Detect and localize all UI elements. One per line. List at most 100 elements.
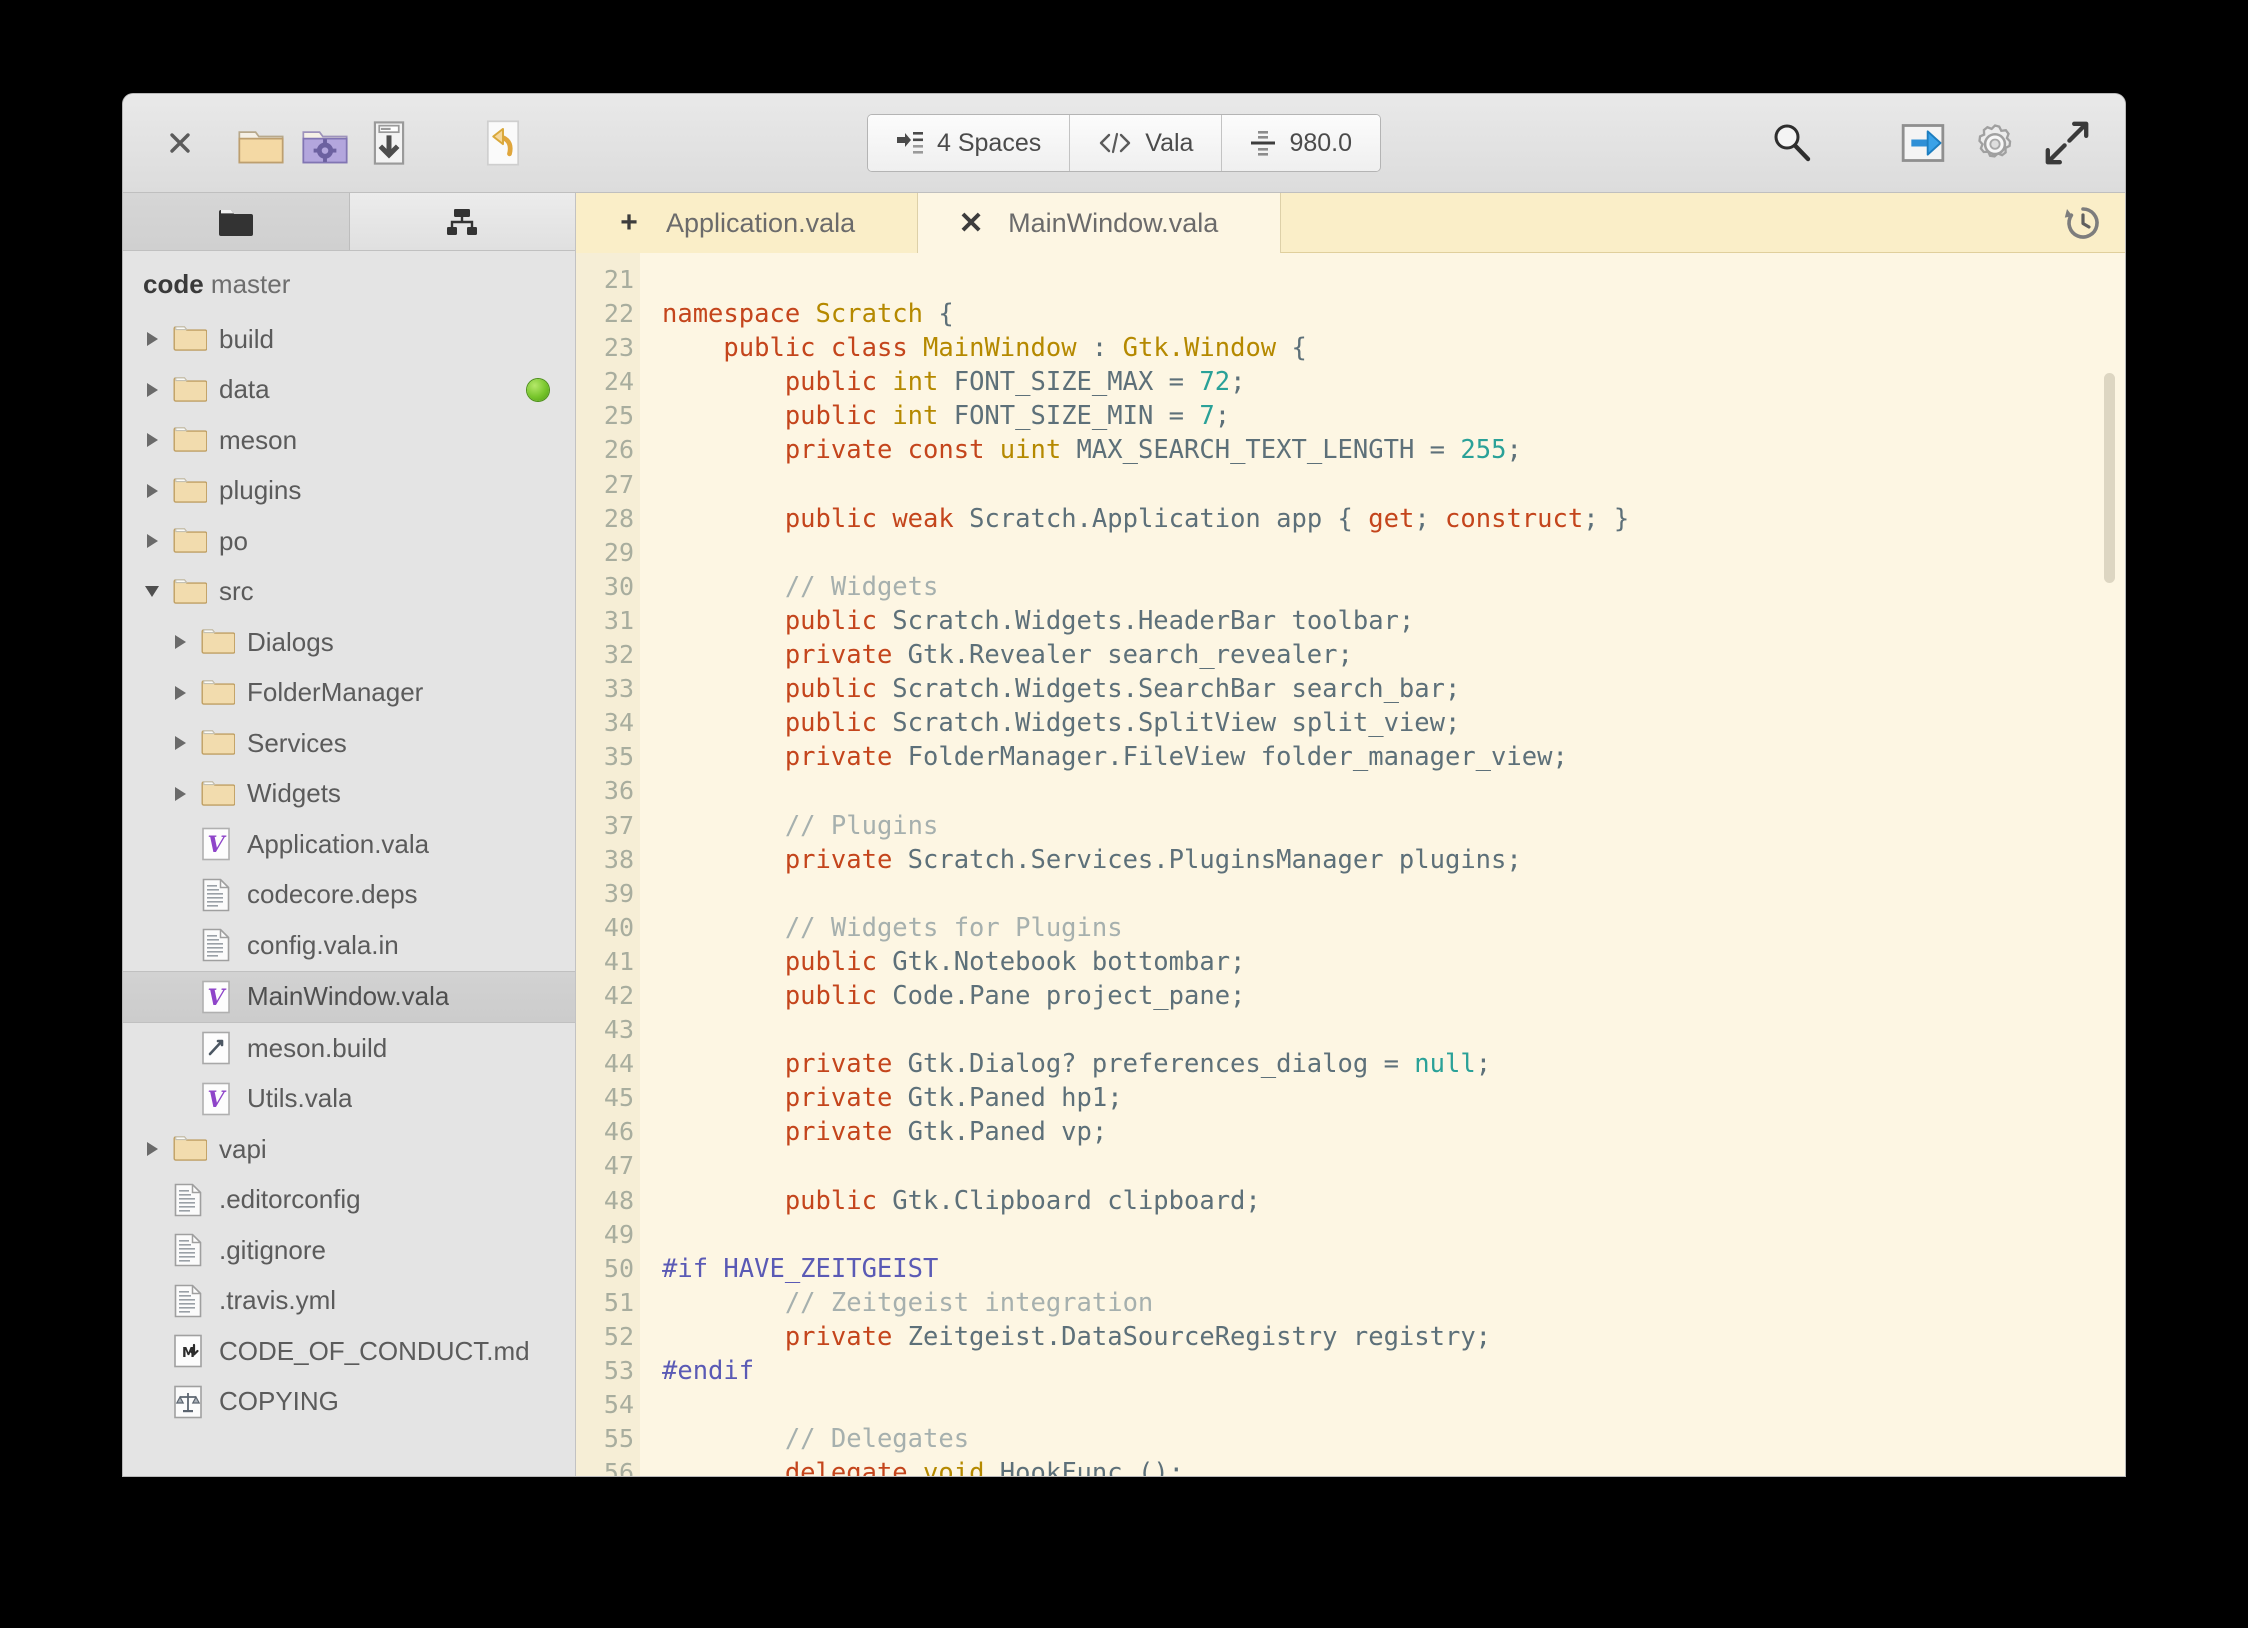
preferences-button[interactable] bbox=[1967, 115, 2023, 171]
save-file-button[interactable] bbox=[363, 117, 415, 169]
file-tree-row[interactable]: src bbox=[123, 567, 575, 618]
file-tree-row[interactable]: .editorconfig bbox=[123, 1175, 575, 1226]
chevron-right-icon[interactable] bbox=[167, 680, 193, 706]
code-line[interactable]: #if HAVE_ZEITGEIST bbox=[662, 1252, 2125, 1286]
chevron-right-icon[interactable] bbox=[139, 427, 165, 453]
file-tree-label: meson.build bbox=[247, 1032, 388, 1063]
code-line[interactable]: private Scratch.Services.PluginsManager … bbox=[662, 843, 2125, 877]
code-line[interactable] bbox=[662, 877, 2125, 911]
code-line[interactable] bbox=[662, 1013, 2125, 1047]
file-tree-row[interactable]: vapi bbox=[123, 1124, 575, 1175]
code-line[interactable] bbox=[662, 1218, 2125, 1252]
line-number: 53 bbox=[603, 1356, 634, 1385]
chevron-right-icon[interactable] bbox=[167, 781, 193, 807]
code-line[interactable]: private Gtk.Dialog? preferences_dialog =… bbox=[662, 1047, 2125, 1081]
file-tree-row[interactable]: V MainWindow.vala bbox=[123, 970, 575, 1023]
chevron-right-icon[interactable] bbox=[139, 528, 165, 554]
code-line[interactable]: // Widgets bbox=[662, 570, 2125, 604]
code-line[interactable]: // Zeitgeist integration bbox=[662, 1286, 2125, 1320]
fullscreen-button[interactable] bbox=[2043, 119, 2091, 167]
search-button[interactable] bbox=[1759, 110, 1825, 176]
file-tree-row[interactable]: V Application.vala bbox=[123, 819, 575, 870]
code-line[interactable]: public int FONT_SIZE_MIN = 7; bbox=[662, 399, 2125, 433]
chevron-right-icon[interactable] bbox=[139, 377, 165, 403]
code-line[interactable]: private const uint MAX_SEARCH_TEXT_LENGT… bbox=[662, 433, 2125, 467]
code-line[interactable]: private Gtk.Revealer search_revealer; bbox=[662, 638, 2125, 672]
code-text[interactable]: namespace Scratch { public class MainWin… bbox=[640, 253, 2125, 1476]
code-line[interactable] bbox=[662, 774, 2125, 808]
file-tree-label: po bbox=[219, 525, 248, 556]
code-line[interactable]: public Gtk.Clipboard clipboard; bbox=[662, 1184, 2125, 1218]
revert-button[interactable] bbox=[477, 117, 529, 169]
file-tree-row[interactable]: COPYING bbox=[123, 1377, 575, 1428]
zoom-button[interactable]: 980.0 bbox=[1222, 115, 1380, 171]
code-line[interactable]: public class MainWindow : Gtk.Window { bbox=[662, 331, 2125, 365]
chevron-right-icon[interactable] bbox=[139, 478, 165, 504]
file-tree-label: build bbox=[219, 323, 274, 354]
code-line[interactable]: private Gtk.Paned hp1; bbox=[662, 1081, 2125, 1115]
code-line[interactable]: private FolderManager.FileView folder_ma… bbox=[662, 740, 2125, 774]
code-line[interactable]: public Scratch.Widgets.SearchBar search_… bbox=[662, 672, 2125, 706]
chevron-right-icon[interactable] bbox=[139, 1136, 165, 1162]
folder-icon bbox=[173, 524, 207, 558]
code-line[interactable]: public Gtk.Notebook bottombar; bbox=[662, 945, 2125, 979]
code-line[interactable]: private Gtk.Paned vp; bbox=[662, 1115, 2125, 1149]
chevron-right-icon[interactable] bbox=[167, 629, 193, 655]
header-bar: 4 Spaces Vala 980.0 bbox=[123, 94, 2125, 193]
code-line[interactable]: public Scratch.Widgets.SplitView split_v… bbox=[662, 706, 2125, 740]
code-line[interactable] bbox=[662, 1388, 2125, 1422]
file-tree-row[interactable]: build bbox=[123, 314, 575, 365]
code-line[interactable]: // Plugins bbox=[662, 809, 2125, 843]
code-line[interactable]: namespace Scratch { bbox=[662, 297, 2125, 331]
editor-tab-mainwindow[interactable]: ✕ MainWindow.vala bbox=[918, 193, 1282, 253]
code-line[interactable] bbox=[662, 1149, 2125, 1183]
file-tree-row[interactable]: config.vala.in bbox=[123, 920, 575, 971]
code-line[interactable]: #endif bbox=[662, 1354, 2125, 1388]
code-line[interactable]: private Zeitgeist.DataSourceRegistry reg… bbox=[662, 1320, 2125, 1354]
code-line[interactable] bbox=[662, 468, 2125, 502]
code-line[interactable]: public Scratch.Widgets.HeaderBar toolbar… bbox=[662, 604, 2125, 638]
code-line[interactable]: public weak Scratch.Application app { ge… bbox=[662, 502, 2125, 536]
file-tree-row[interactable]: data bbox=[123, 365, 575, 416]
file-tree-row[interactable]: po bbox=[123, 516, 575, 567]
code-line[interactable]: delegate void HookFunc (); bbox=[662, 1456, 2125, 1476]
code-line[interactable] bbox=[662, 536, 2125, 570]
share-button[interactable] bbox=[1895, 115, 1951, 171]
chevron-down-icon[interactable] bbox=[139, 579, 165, 605]
language-button[interactable]: Vala bbox=[1070, 115, 1223, 171]
sidebar-item-folders[interactable] bbox=[123, 193, 350, 250]
file-tree-row[interactable]: plugins bbox=[123, 466, 575, 517]
vertical-scrollbar[interactable] bbox=[2104, 373, 2115, 583]
close-tab-button[interactable]: ✕ bbox=[944, 206, 998, 241]
file-tree[interactable]: build data meson plugins po src Dialogs FolderM… bbox=[123, 314, 575, 1476]
file-tree-row[interactable]: .travis.yml bbox=[123, 1276, 575, 1327]
recent-documents-button[interactable] bbox=[2063, 203, 2103, 243]
chevron-right-icon[interactable] bbox=[167, 730, 193, 756]
code-line[interactable]: public int FONT_SIZE_MAX = 72; bbox=[662, 365, 2125, 399]
code-line[interactable] bbox=[662, 263, 2125, 297]
indentation-button[interactable]: 4 Spaces bbox=[868, 115, 1071, 171]
new-tab-button[interactable]: + bbox=[602, 206, 656, 240]
sidebar-item-symbols[interactable] bbox=[349, 193, 575, 250]
editor-tab-application[interactable]: + Application.vala bbox=[576, 193, 919, 253]
file-tree-row[interactable]: M CODE_OF_CONDUCT.md bbox=[123, 1326, 575, 1377]
code-line[interactable]: // Widgets for Plugins bbox=[662, 911, 2125, 945]
code-line[interactable]: public Code.Pane project_pane; bbox=[662, 979, 2125, 1013]
open-project-button[interactable] bbox=[299, 117, 351, 169]
open-file-button[interactable] bbox=[235, 117, 287, 169]
file-tree-row[interactable]: Dialogs bbox=[123, 617, 575, 668]
code-area[interactable]: 21 22 23 24 25 26 27 28 29 30 31 32 33 34 35 36 37 38 39 40… bbox=[576, 253, 2125, 1476]
file-tree-row[interactable]: Services bbox=[123, 718, 575, 769]
file-tree-row[interactable]: codecore.deps bbox=[123, 870, 575, 921]
code-line[interactable]: // Delegates bbox=[662, 1422, 2125, 1456]
file-tree-row[interactable]: FolderManager bbox=[123, 668, 575, 719]
file-tree-row[interactable]: Widgets bbox=[123, 769, 575, 820]
close-window-button[interactable] bbox=[153, 116, 207, 170]
file-tree-row[interactable]: meson bbox=[123, 415, 575, 466]
file-tree-row[interactable]: .gitignore bbox=[123, 1225, 575, 1276]
file-tree-label: .travis.yml bbox=[219, 1285, 336, 1316]
file-tree-label: codecore.deps bbox=[247, 879, 418, 910]
file-tree-row[interactable]: meson.build bbox=[123, 1023, 575, 1074]
file-tree-row[interactable]: V Utils.vala bbox=[123, 1074, 575, 1125]
chevron-right-icon[interactable] bbox=[139, 326, 165, 352]
